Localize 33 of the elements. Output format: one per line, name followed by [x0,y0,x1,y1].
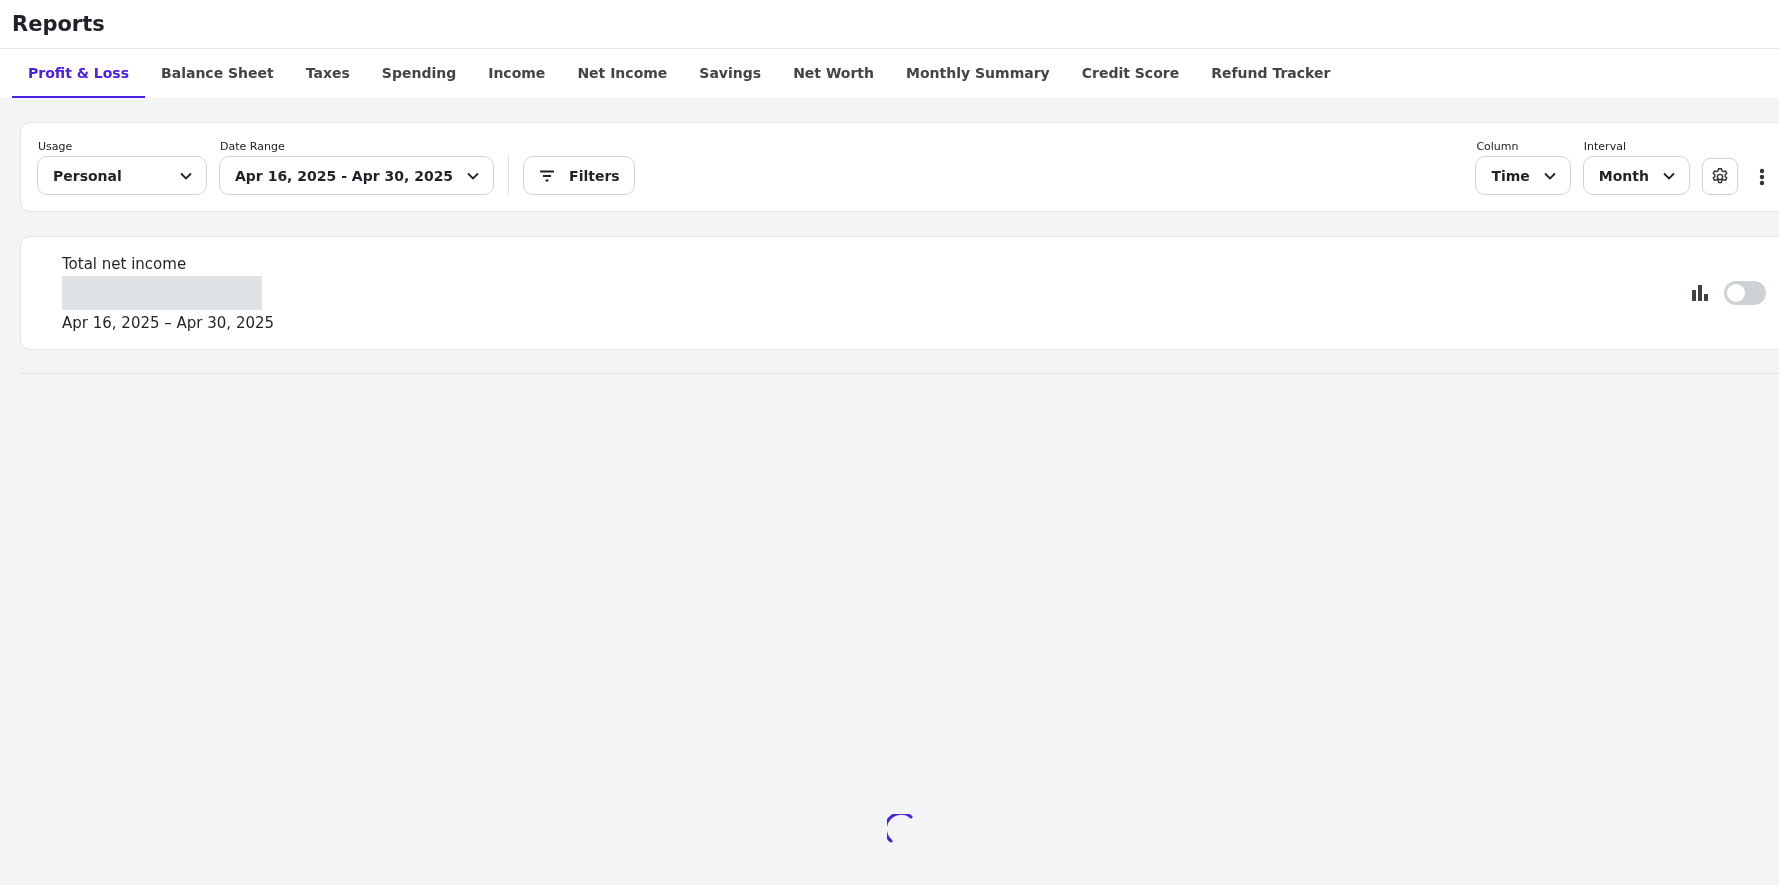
report-tab[interactable]: Taxes [289,49,366,98]
more-vertical-icon [1759,167,1765,186]
report-tab[interactable]: Spending [365,49,473,98]
column-dropdown[interactable]: Time [1475,156,1571,195]
report-tab[interactable]: Balance Sheet [145,49,290,98]
report-tab[interactable]: Income [472,49,562,98]
interval-dropdown[interactable]: Month [1582,156,1690,195]
field-label: Column [1475,140,1520,153]
loading-spinner-icon [886,814,913,844]
usage-dropdown[interactable]: Personal [37,156,207,195]
report-tab[interactable]: Net Worth [777,49,891,98]
field-label: Interval [1582,140,1627,153]
report-tab[interactable]: Profit & Loss [12,49,145,98]
bar-chart-icon [1692,285,1708,301]
chevron-down-icon [467,171,480,180]
filters-button[interactable]: Filters [523,156,635,195]
summary-title: Total net income [62,254,188,273]
field-label: Usage [37,140,74,153]
chart-toggle[interactable] [1724,281,1766,305]
chevron-down-icon [1543,171,1556,180]
summary-period: Apr 16, 2025 – Apr 30, 2025 [62,313,275,332]
report-tab[interactable]: Credit Score [1065,49,1196,98]
report-tab[interactable]: Monthly Summary [890,49,1066,98]
page-title: Reports [12,12,105,36]
filter-icon [539,169,556,182]
report-tab[interactable]: Net Income [561,49,684,98]
settings-button[interactable] [1702,158,1738,195]
date-range-dropdown[interactable]: Apr 16, 2025 - Apr 30, 2025 [219,156,495,195]
chevron-down-icon [1663,171,1675,180]
field-label: Date Range [219,140,286,153]
report-tab[interactable]: Refund Tracker [1195,49,1347,98]
chevron-down-icon [180,171,192,180]
report-tab[interactable]: Savings [683,49,778,98]
